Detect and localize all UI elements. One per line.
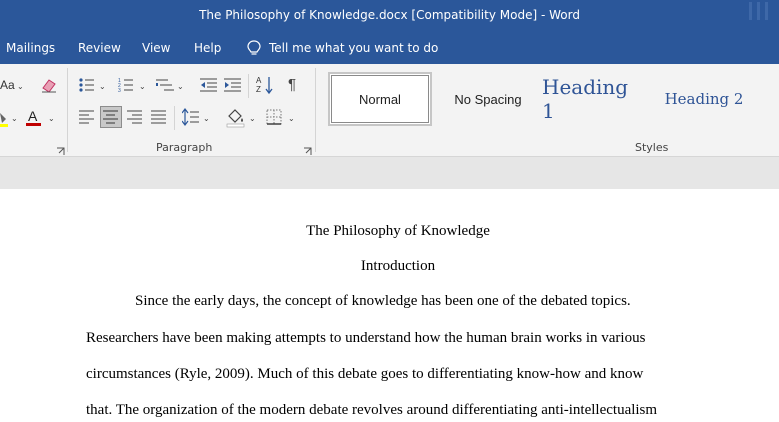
window-title: The Philosophy of Knowledge.docx [Compat…: [199, 8, 580, 22]
bullets-button[interactable]: [79, 77, 95, 98]
ribbon-tabs: Mailings Review View Help Tell me what y…: [0, 32, 779, 64]
group-separator: [67, 68, 68, 152]
bullet-list-icon: [79, 78, 94, 92]
document-margin-band: [0, 157, 779, 189]
show-formatting-button[interactable]: ¶: [288, 76, 296, 93]
window-controls[interactable]: [745, 0, 779, 32]
style-no-spacing[interactable]: No Spacing: [440, 72, 536, 126]
document-page[interactable]: The Philosophy of Knowledge Introduction…: [0, 189, 779, 422]
increase-indent-icon: [224, 78, 241, 92]
justify-icon: [151, 110, 166, 124]
font-color-button[interactable]: A: [25, 107, 43, 134]
numbering-button[interactable]: 1 2 3: [118, 77, 134, 98]
justify-button[interactable]: [151, 110, 167, 129]
sort-button[interactable]: A Z: [256, 75, 274, 100]
tell-me-search[interactable]: Tell me what you want to do: [247, 40, 438, 56]
style-heading-1[interactable]: Heading 1: [542, 72, 646, 126]
svg-text:3: 3: [118, 88, 121, 93]
chevron-down-icon: ⌄: [288, 114, 295, 123]
align-right-button[interactable]: [127, 110, 143, 129]
line-spacing-button[interactable]: [181, 108, 200, 131]
section-heading: Introduction: [360, 258, 436, 274]
restore-icon: [749, 2, 768, 20]
chevron-down-icon: ⌄: [17, 82, 24, 91]
line-spacing-icon: [181, 108, 199, 126]
paragraph-line: that. The organization of the modern deb…: [86, 402, 658, 418]
align-left-button[interactable]: [79, 110, 95, 129]
chevron-down-icon: ⌄: [203, 114, 210, 123]
tab-review[interactable]: Review: [78, 41, 121, 55]
paragraph-line: Since the early days, the concept of kno…: [135, 293, 631, 309]
chevron-down-icon: ⌄: [48, 114, 55, 123]
tell-me-label: Tell me what you want to do: [269, 41, 439, 55]
change-case-button[interactable]: Aa: [0, 78, 15, 92]
paint-bucket-icon: [226, 109, 245, 128]
multilevel-list-icon: [156, 79, 174, 91]
multilevel-list-button[interactable]: [156, 77, 174, 98]
svg-text:A: A: [256, 76, 262, 85]
title-bar: The Philosophy of Knowledge.docx [Compat…: [0, 0, 779, 32]
tab-view[interactable]: View: [142, 41, 170, 55]
align-left-icon: [79, 110, 94, 124]
document-title: The Philosophy of Knowledge: [306, 223, 490, 239]
clear-formatting-button[interactable]: [40, 76, 58, 99]
lightbulb-icon: [247, 40, 261, 55]
chevron-down-icon: ⌄: [11, 114, 18, 123]
numbered-list-icon: 1 2 3: [118, 78, 133, 94]
borders-icon: [266, 109, 282, 125]
sort-az-icon: A Z: [256, 76, 273, 95]
align-center-button[interactable]: [100, 106, 122, 128]
increase-indent-button[interactable]: [224, 77, 242, 98]
borders-button[interactable]: [266, 109, 282, 130]
button-separator: [174, 106, 175, 130]
paragraph-line: circumstances (Ryle, 2009). Much of this…: [86, 366, 644, 382]
chevron-down-icon: ⌄: [99, 82, 106, 91]
highlighter-icon: [0, 113, 8, 127]
svg-text:Z: Z: [256, 85, 261, 94]
style-heading-2[interactable]: Heading 2: [656, 72, 752, 126]
pilcrow-icon: ¶: [288, 76, 297, 93]
chevron-down-icon: ⌄: [177, 82, 184, 91]
paragraph-group-label: Paragraph: [156, 141, 213, 154]
dialog-launcher-icon: [304, 147, 312, 155]
paragraph-line: Researchers have been making attempts to…: [86, 330, 646, 346]
highlight-color-button[interactable]: [0, 110, 10, 133]
decrease-indent-icon: [200, 78, 217, 92]
tab-help[interactable]: Help: [194, 41, 221, 55]
chevron-down-icon: ⌄: [139, 82, 146, 91]
align-center-icon: [103, 110, 118, 124]
shading-button[interactable]: [226, 108, 246, 133]
font-color-icon: A: [26, 108, 41, 126]
eraser-icon: [42, 79, 56, 93]
chevron-down-icon: ⌄: [249, 114, 256, 123]
button-separator: [248, 74, 249, 98]
decrease-indent-button[interactable]: [200, 77, 218, 98]
styles-group-label: Styles: [635, 141, 669, 154]
tab-mailings[interactable]: Mailings: [6, 41, 55, 55]
dialog-launcher-icon: [57, 147, 65, 155]
align-right-icon: [127, 110, 142, 124]
group-separator: [315, 68, 316, 152]
svg-text:A: A: [28, 108, 38, 124]
ribbon: Aa ⌄ ⌄ A ⌄ ⌄ 1 2 3 ⌄ ⌄ A Z ¶ ⌄ ⌄ ⌄ Parag…: [0, 64, 779, 157]
style-normal[interactable]: Normal: [328, 72, 432, 126]
